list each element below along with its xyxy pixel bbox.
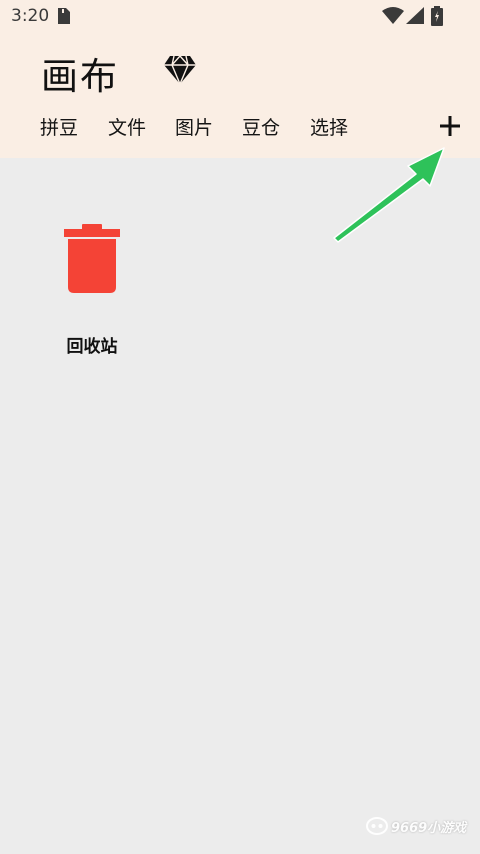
- signal-icon: [406, 7, 424, 28]
- watermark-logo-icon: [366, 817, 388, 835]
- tab-images[interactable]: 图片: [175, 113, 213, 140]
- app-header: 3:20 画布 拼豆 文件 图片 豆仓 选择: [0, 0, 480, 158]
- add-button[interactable]: [436, 112, 464, 140]
- tab-files[interactable]: 文件: [108, 113, 146, 140]
- tab-select[interactable]: 选择: [310, 113, 348, 140]
- page-title: 画布: [41, 55, 119, 98]
- sd-card-icon: [58, 8, 70, 28]
- status-bar: 3:20: [0, 0, 480, 34]
- watermark-text: 9669小游戏: [391, 820, 467, 836]
- battery-icon: [431, 6, 443, 30]
- tab-bean-storage[interactable]: 豆仓: [242, 113, 280, 140]
- status-time: 3:20: [11, 6, 50, 26]
- trash-folder-item[interactable]: 回收站: [50, 210, 134, 370]
- arrow-annotation-icon: [330, 144, 450, 248]
- diamond-icon[interactable]: [164, 55, 196, 88]
- trash-icon: [64, 224, 120, 298]
- plus-icon: [440, 116, 460, 136]
- tab-pindou[interactable]: 拼豆: [40, 113, 78, 140]
- wifi-icon: [382, 7, 404, 28]
- trash-label: 回收站: [66, 337, 118, 357]
- watermark: 9669小游戏: [366, 816, 466, 836]
- tab-bar: 拼豆 文件 图片 豆仓 选择: [0, 108, 480, 144]
